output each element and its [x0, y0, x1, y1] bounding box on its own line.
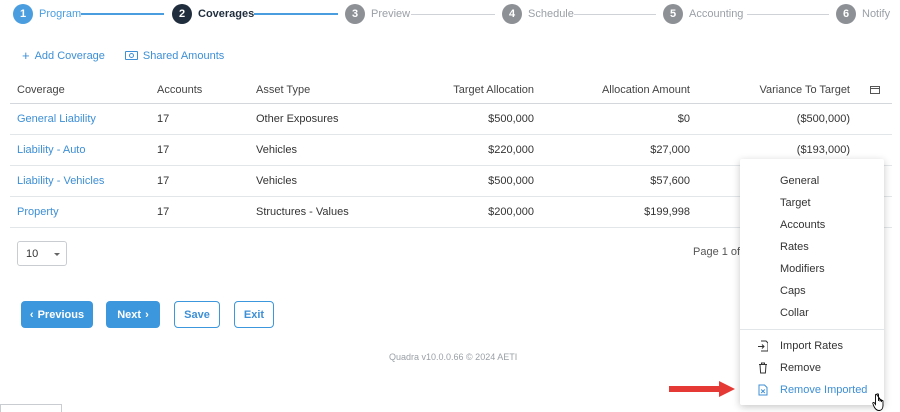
- add-coverage-button[interactable]: + Add Coverage: [22, 49, 105, 62]
- step-connector: [747, 14, 829, 15]
- coverage-toolbar: + Add Coverage Shared Amounts: [22, 49, 224, 62]
- coverage-link[interactable]: General Liability: [17, 113, 96, 125]
- browser-tab-edge: [0, 404, 62, 412]
- chevron-down-icon: [54, 253, 60, 256]
- step-number: 5: [663, 4, 683, 24]
- menu-item-caps[interactable]: Caps: [780, 285, 806, 297]
- step-connector: [254, 13, 338, 15]
- accounts-cell: 17: [157, 113, 170, 125]
- column-header-allocation-amount[interactable]: Allocation Amount: [602, 76, 690, 103]
- coverage-context-menu: General Target Accounts Rates Modifiers …: [740, 159, 884, 405]
- money-icon: [124, 51, 138, 60]
- menu-item-rates[interactable]: Rates: [780, 241, 809, 253]
- step-label: Program: [39, 8, 82, 20]
- page-size-select[interactable]: 10: [17, 241, 67, 266]
- menu-item-accounts[interactable]: Accounts: [780, 219, 825, 231]
- trash-icon: [759, 362, 767, 374]
- allocation-amount-cell: $27,000: [650, 144, 690, 156]
- step-connector: [81, 13, 164, 15]
- columns-icon: [870, 85, 880, 94]
- footer-version: Quadra v10.0.0.66 © 2024 AETI: [389, 352, 518, 362]
- allocation-amount-cell: $199,998: [644, 206, 690, 218]
- add-coverage-label: Add Coverage: [34, 49, 105, 62]
- allocation-amount-cell: $57,600: [650, 175, 690, 187]
- asset-type-cell: Vehicles: [256, 175, 297, 187]
- coverage-link[interactable]: Liability - Auto: [17, 144, 85, 156]
- step-label: Accounting: [689, 8, 744, 20]
- step-accounting[interactable]: 5 Accounting: [663, 4, 743, 24]
- accounts-cell: 17: [157, 144, 170, 156]
- step-program[interactable]: 1 Program: [13, 4, 81, 24]
- step-connector: [411, 14, 495, 15]
- target-allocation-cell: $200,000: [488, 206, 534, 218]
- step-coverages[interactable]: 2 Coverages: [172, 4, 254, 24]
- column-header-target-allocation[interactable]: Target Allocation: [453, 76, 534, 103]
- target-allocation-cell: $500,000: [488, 175, 534, 187]
- coverage-link[interactable]: Liability - Vehicles: [17, 175, 104, 187]
- step-number: 1: [13, 4, 33, 24]
- menu-item-modifiers[interactable]: Modifiers: [780, 263, 825, 275]
- previous-button[interactable]: ‹ Previous: [21, 301, 93, 328]
- column-header-accounts[interactable]: Accounts: [157, 76, 202, 103]
- target-allocation-cell: $220,000: [488, 144, 534, 156]
- next-label: Next: [117, 308, 142, 321]
- column-header-coverage[interactable]: Coverage: [17, 76, 65, 103]
- chevron-right-icon: ›: [145, 308, 149, 321]
- step-label: Schedule: [528, 8, 574, 20]
- column-header-variance-to-target[interactable]: Variance To Target: [759, 76, 850, 103]
- save-button[interactable]: Save: [174, 301, 220, 328]
- step-number: 3: [345, 4, 365, 24]
- asset-type-cell: Vehicles: [256, 144, 297, 156]
- table-header: Coverage Accounts Asset Type Target Allo…: [10, 76, 892, 104]
- step-label: Notify: [862, 8, 891, 20]
- menu-item-remove[interactable]: Remove: [780, 362, 821, 374]
- plus-icon: +: [22, 48, 30, 63]
- menu-item-general[interactable]: General: [780, 175, 819, 187]
- save-label: Save: [184, 308, 210, 321]
- menu-item-import-rates[interactable]: Import Rates: [780, 340, 843, 352]
- previous-label: Previous: [37, 308, 85, 321]
- menu-divider: [740, 329, 884, 330]
- column-header-asset-type[interactable]: Asset Type: [256, 76, 310, 103]
- exit-label: Exit: [243, 308, 265, 321]
- target-allocation-cell: $500,000: [488, 113, 534, 125]
- step-preview[interactable]: 3 Preview: [345, 4, 410, 24]
- shared-amounts-button[interactable]: Shared Amounts: [124, 49, 225, 62]
- menu-item-collar[interactable]: Collar: [780, 307, 809, 319]
- exit-button[interactable]: Exit: [234, 301, 274, 328]
- import-icon: [758, 340, 768, 352]
- step-label: Coverages: [198, 8, 255, 20]
- variance-cell: ($500,000): [796, 113, 850, 125]
- asset-type-cell: Other Exposures: [256, 113, 339, 125]
- step-number: 2: [172, 4, 192, 24]
- annotation-arrow-icon: [669, 381, 735, 397]
- accounts-cell: 17: [157, 206, 170, 218]
- step-schedule[interactable]: 4 Schedule: [502, 4, 574, 24]
- step-label: Preview: [371, 8, 411, 20]
- allocation-amount-cell: $0: [677, 113, 690, 125]
- table-row: General Liability 17 Other Exposures $50…: [10, 104, 892, 135]
- menu-item-target[interactable]: Target: [780, 197, 811, 209]
- step-notify[interactable]: 6 Notify: [836, 4, 890, 24]
- accounts-cell: 17: [157, 175, 170, 187]
- shared-amounts-label: Shared Amounts: [142, 49, 225, 62]
- step-connector: [574, 14, 656, 15]
- next-button[interactable]: Next ›: [106, 301, 160, 328]
- page-size-value: 10: [26, 247, 39, 260]
- chevron-left-icon: ‹: [29, 308, 34, 321]
- step-number: 4: [502, 4, 522, 24]
- coverage-link[interactable]: Property: [17, 206, 59, 218]
- menu-item-remove-imported[interactable]: Remove Imported: [780, 384, 867, 396]
- hand-cursor-icon: [872, 393, 884, 411]
- column-chooser-button[interactable]: [870, 76, 880, 103]
- file-remove-icon: [758, 384, 768, 396]
- wizard-stepper: 1 Program 2 Coverages 3 Preview 4 Schedu…: [0, 4, 900, 24]
- step-number: 6: [836, 4, 856, 24]
- asset-type-cell: Structures - Values: [256, 206, 349, 218]
